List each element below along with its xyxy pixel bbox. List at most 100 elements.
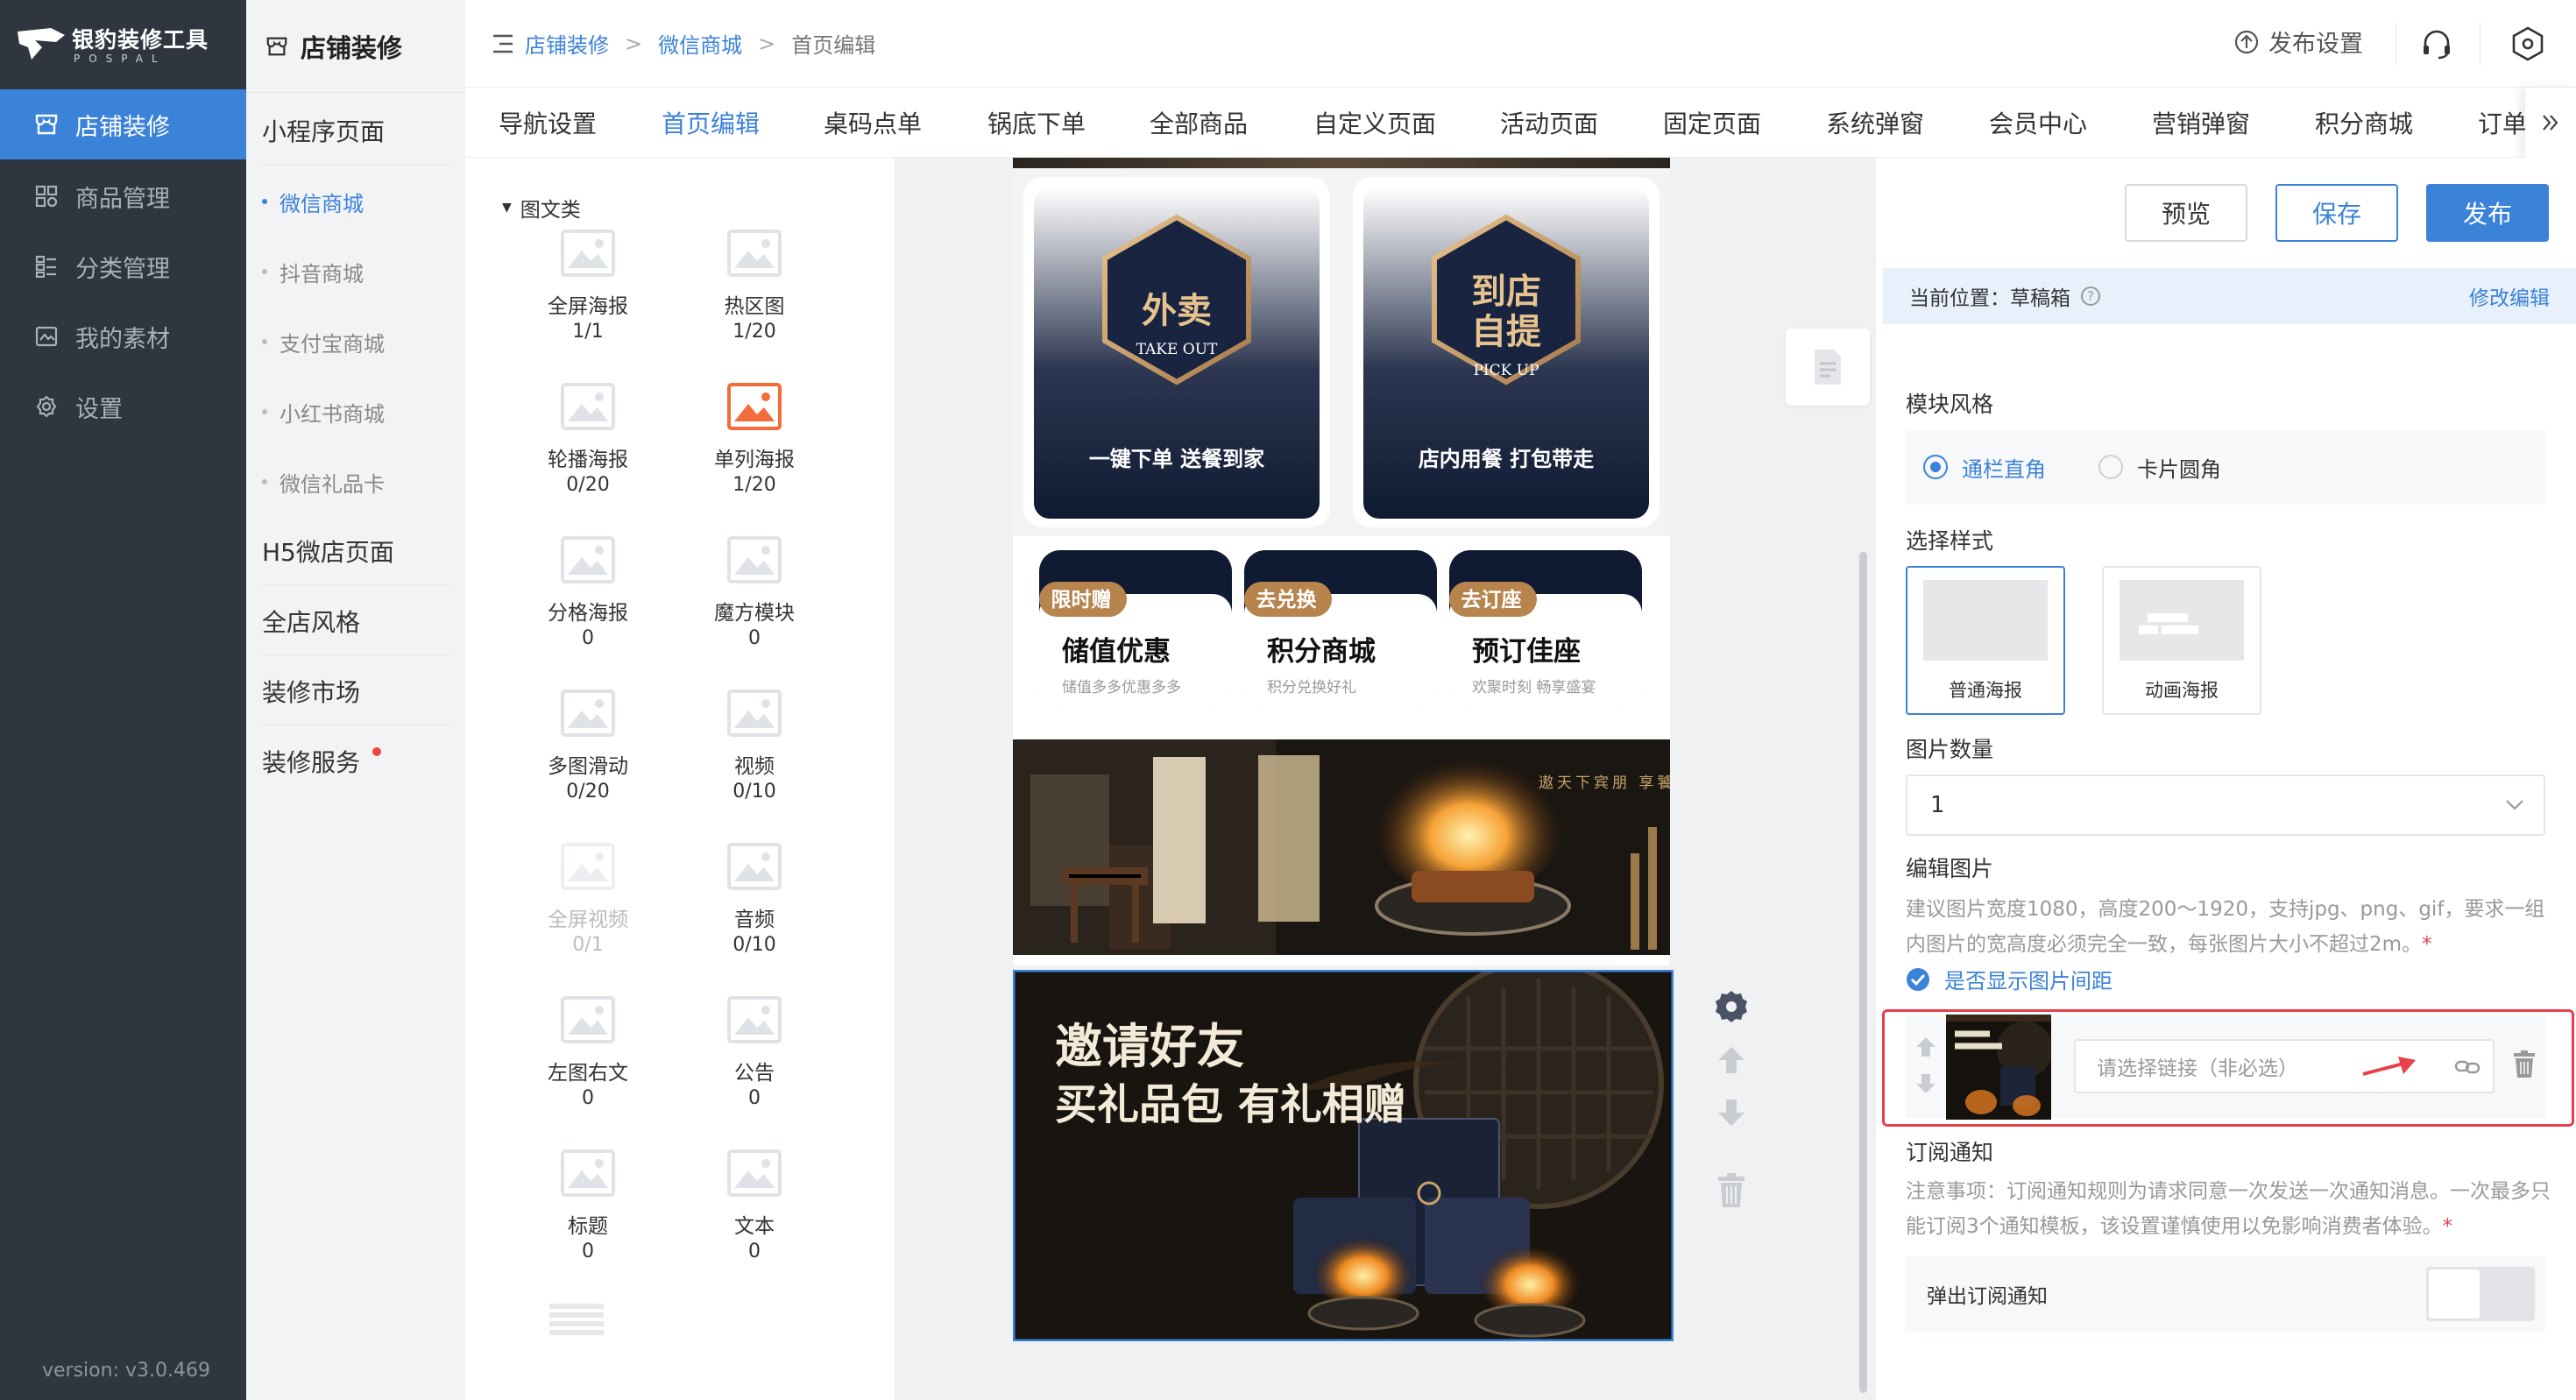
module-style-options: 通栏直角 卡片圆角 <box>1906 429 2545 505</box>
invite-friends-banner[interactable]: 邀请好友 买礼品包 有礼相赠 <box>1013 970 1674 1341</box>
tab-home-edit[interactable]: 首页编辑 <box>662 88 760 158</box>
palette-item[interactable]: 全屏海报 1/1 <box>522 226 654 375</box>
palette-item[interactable]: 热区图 1/20 <box>689 226 820 375</box>
menu-fold-icon[interactable] <box>492 33 514 54</box>
canvas-scrollbar[interactable] <box>1859 552 1867 1393</box>
tag-limited: 限时赠 <box>1051 588 1112 612</box>
main-sidebar: 银豹装修工具 POSPAL 店铺装修 商品管理 分类管理 我的素材 设置 ver… <box>0 0 246 1400</box>
palette-item[interactable]: 音频 0/10 <box>689 839 820 988</box>
style-card-animated[interactable]: 动画海报 <box>2102 566 2261 715</box>
tab-member-center[interactable]: 会员中心 <box>1989 88 2087 158</box>
document-icon <box>1815 350 1841 385</box>
tab-fixed-page[interactable]: 固定页面 <box>1663 88 1761 158</box>
nav-item-categories[interactable]: 分类管理 <box>0 231 246 301</box>
item-down-icon[interactable] <box>1914 1072 1937 1095</box>
subnav-store-style[interactable]: 全店风格 <box>262 587 451 655</box>
double-chevron-right-icon <box>2543 115 2558 131</box>
tab-nav-settings[interactable]: 导航设置 <box>499 88 597 158</box>
tabs-scroll-right-button[interactable] <box>2525 88 2576 158</box>
tab-points-mall[interactable]: 积分商城 <box>2315 88 2413 158</box>
breadcrumb-store-decoration[interactable]: 店铺装修 <box>525 28 609 59</box>
subnav-xiaohongshu-mall[interactable]: 小红书商城 <box>262 377 451 447</box>
preview-button[interactable]: 预览 <box>2125 184 2247 242</box>
style-card-normal[interactable]: 普通海报 <box>1906 566 2065 715</box>
palette-item[interactable]: 分格海报 0 <box>522 533 654 682</box>
palette-item-count: 0/10 <box>732 934 776 956</box>
tab-custom-page[interactable]: 自定义页面 <box>1313 88 1436 158</box>
subnav-douyin-mall[interactable]: 抖音商城 <box>262 237 451 307</box>
store-icon <box>33 111 60 138</box>
modify-edit-link[interactable]: 修改编辑 <box>2469 281 2550 311</box>
palette-item[interactable]: 魔方模块 0 <box>689 533 820 682</box>
item-up-icon[interactable] <box>1914 1036 1937 1058</box>
popup-subscribe-toggle[interactable] <box>2426 1267 2535 1321</box>
show-spacing-checkbox[interactable]: 是否显示图片间距 <box>1906 964 2112 994</box>
palette-item[interactable]: 单列海报 1/20 <box>689 379 820 528</box>
link-select-input[interactable]: 请选择链接（非必选） <box>2074 1039 2495 1093</box>
palette-item-count: 0/20 <box>566 781 610 803</box>
nav-item-settings[interactable]: 设置 <box>0 371 246 442</box>
takeout-title: 外卖 <box>1142 290 1212 331</box>
chevron-down-icon <box>2506 800 2523 810</box>
radio-full-width[interactable] <box>1923 455 1948 479</box>
card-sub-stored-value: 储值多多优惠多多 <box>1062 679 1181 696</box>
takeout-en: TAKE OUT <box>1136 341 1218 358</box>
save-button[interactable]: 保存 <box>2275 184 2398 242</box>
subnav-wechat-giftcard[interactable]: 微信礼品卡 <box>262 447 451 517</box>
palette-item[interactable]: 标题 0 <box>522 1146 654 1295</box>
palette-item[interactable]: 全屏视频 0/1 <box>522 839 654 988</box>
tab-activity-page[interactable]: 活动页面 <box>1500 88 1598 158</box>
palette-item[interactable]: 轮播海报 0/20 <box>522 379 654 528</box>
tab-orders[interactable]: 订单 <box>2478 88 2525 158</box>
palette-item-name: 文本 <box>734 1215 775 1238</box>
publish-button[interactable]: 发布 <box>2426 184 2549 242</box>
banner-thumbnail[interactable] <box>1946 1015 2051 1120</box>
palette-item[interactable]: 文本 0 <box>689 1146 820 1295</box>
palette-item[interactable]: 视频 0/10 <box>689 686 820 835</box>
banner1-slogan: 遨天下宾朋 享饕餮盛宴 <box>1539 774 1670 792</box>
nav-item-store-decoration[interactable]: 店铺装修 <box>0 89 246 159</box>
help-icon[interactable]: ? <box>2081 286 2100 306</box>
settings-hex-icon[interactable] <box>2511 26 2544 61</box>
page-settings-button[interactable] <box>1786 329 1870 406</box>
subnav-alipay-mall[interactable]: 支付宝商城 <box>262 307 451 377</box>
palette-category[interactable]: ▼ 图文类 <box>502 193 581 223</box>
subnav-decoration-market[interactable]: 装修市场 <box>262 657 451 725</box>
subnav-miniprogram-pages[interactable]: 小程序页面 <box>262 96 451 165</box>
delete-trash-icon[interactable] <box>1716 1172 1747 1209</box>
item-delete-icon[interactable] <box>2512 1050 2537 1079</box>
card-title-reservation: 预订佳座 <box>1472 636 1581 668</box>
headset-icon[interactable] <box>2421 28 2452 60</box>
breadcrumb-wechat-mall[interactable]: 微信商城 <box>658 28 742 59</box>
publish-settings-button[interactable]: 发布设置 <box>2233 25 2363 59</box>
move-up-arrow-icon[interactable] <box>1716 1044 1747 1076</box>
module-settings-gear-icon[interactable] <box>1713 988 1750 1025</box>
pickup-en: PICK UP <box>1473 362 1539 379</box>
tab-hotpot-order[interactable]: 锅底下单 <box>987 88 1086 158</box>
nav-item-materials[interactable]: 我的素材 <box>0 301 246 371</box>
feature-cards-module[interactable]: 限时赠 去兑换 去订座 储值优惠 积分商城 预订佳座 储值多多优惠多多 积分兑换… <box>1013 536 1670 711</box>
palette-item[interactable]: 公告 0 <box>689 993 820 1142</box>
subnav-decoration-service[interactable]: 装修服务 <box>262 727 451 795</box>
component-thumbnail-icon <box>727 379 782 434</box>
radio-card-rounded[interactable] <box>2098 455 2123 479</box>
move-down-arrow-icon[interactable] <box>1716 1097 1747 1128</box>
tab-system-popup[interactable]: 系统弹窗 <box>1826 88 1924 158</box>
palette-item[interactable]: 左图右文 0 <box>522 993 654 1142</box>
palette-item-count: 0 <box>582 1241 594 1262</box>
subnav-h5-pages[interactable]: H5微店页面 <box>262 517 451 585</box>
palette-item[interactable]: 多图滑动 0/20 <box>522 686 654 835</box>
image-count-select[interactable]: 1 <box>1906 774 2545 836</box>
restaurant-banner[interactable]: 遨天下宾朋 享饕餮盛宴 <box>1013 739 1670 955</box>
tab-marketing-popup[interactable]: 营销弹窗 <box>2152 88 2250 158</box>
subnav-wechat-mall[interactable]: 微信商城 <box>262 166 451 237</box>
palette-item-count: 0/20 <box>566 474 610 496</box>
palette-item-count: 0/1 <box>572 934 604 956</box>
image-count-label: 图片数量 <box>1906 737 1994 762</box>
entrance-cards-module[interactable]: 外卖 TAKE OUT 到店 自提 PICK UP 一键下单 送餐到家 店内用餐… <box>1013 168 1670 536</box>
palette-item-partial[interactable] <box>549 1304 604 1339</box>
tab-table-order[interactable]: 桌码点单 <box>824 88 922 158</box>
tab-all-products[interactable]: 全部商品 <box>1150 88 1248 158</box>
palette-item-count: 1/20 <box>732 474 776 496</box>
nav-item-products[interactable]: 商品管理 <box>0 161 246 231</box>
